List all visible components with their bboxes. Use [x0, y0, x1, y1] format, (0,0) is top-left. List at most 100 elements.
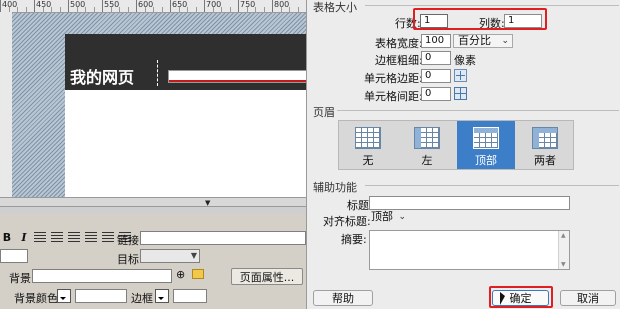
highlight-rows-cols — [413, 8, 547, 30]
width-input[interactable]: 100 — [421, 34, 451, 48]
folder-icon[interactable] — [192, 269, 204, 279]
cell-spacing-icon — [454, 87, 467, 100]
table-top-header-icon — [473, 127, 499, 149]
chevron-down-icon: ⌄ — [501, 36, 509, 46]
bgcolor-swatch[interactable] — [57, 289, 71, 303]
ruler-minor-tick — [289, 7, 290, 12]
ruler-label: 500 — [70, 0, 86, 9]
ruler-minor-tick — [127, 7, 129, 12]
bold-button[interactable]: B — [0, 230, 14, 244]
size-section-title: 表格大小 — [313, 1, 357, 14]
header-option-none[interactable]: 无 — [339, 121, 397, 169]
table-left-header-icon — [414, 127, 440, 149]
horizontal-ruler: 400450500550600650700750800850 — [0, 0, 306, 13]
ruler-label: 600 — [138, 0, 154, 9]
header-options-group: 无 左 顶部 两者 — [338, 120, 574, 170]
width-unit-select[interactable]: 百分比 ⌄ — [453, 34, 513, 48]
align-caption-label: 对齐标题: — [323, 215, 371, 228]
help-button[interactable]: 帮助 — [313, 290, 373, 306]
ruler-major-tick — [238, 0, 239, 12]
ruler-minor-tick — [161, 7, 163, 12]
ruler-minor-tick — [144, 7, 146, 12]
header-option-top[interactable]: 顶部 — [457, 121, 515, 169]
background-label: 背景 — [9, 272, 31, 285]
list-unordered-icon[interactable] — [102, 232, 114, 242]
ruler-minor-tick — [59, 7, 61, 12]
page-properties-button[interactable]: 页面属性... — [231, 268, 303, 285]
section-divider — [337, 110, 619, 111]
header-option-both[interactable]: 两者 — [516, 121, 574, 169]
bgcolor-label: 背景颜色 — [14, 292, 58, 305]
link-input[interactable] — [140, 231, 306, 245]
ruler-minor-tick — [280, 7, 282, 12]
ruler-minor-tick — [187, 7, 188, 12]
scroll-down-icon[interactable]: ▼ — [561, 261, 566, 268]
ruler-label: 700 — [206, 0, 222, 9]
border-unit-label: 像素 — [454, 54, 476, 67]
chevron-down-icon: ⌄ — [398, 212, 406, 222]
size-input[interactable] — [0, 249, 28, 263]
ruler-major-tick — [102, 0, 103, 12]
ruler-minor-tick — [263, 7, 265, 12]
ruler-major-tick — [68, 0, 69, 12]
cell-boundary — [157, 60, 158, 86]
caption-input[interactable] — [369, 196, 570, 210]
header-option-left[interactable]: 左 — [398, 121, 456, 169]
padding-label: 单元格边距: — [364, 72, 423, 85]
padding-input[interactable]: 0 — [421, 69, 451, 83]
ruler-minor-tick — [25, 7, 27, 12]
ruler-major-tick — [170, 0, 171, 12]
scroll-up-icon[interactable]: ▲ — [561, 232, 566, 239]
panel-splitter[interactable] — [0, 197, 306, 207]
mouse-cursor-icon — [500, 292, 505, 305]
bgcolor-input[interactable] — [75, 289, 127, 303]
align-caption-select[interactable]: 顶部 ⌄ — [367, 211, 409, 225]
italic-button[interactable]: I — [17, 230, 31, 244]
cell-padding-icon — [454, 69, 467, 82]
header-section-title: 页眉 — [313, 106, 335, 119]
spacing-input[interactable]: 0 — [421, 87, 451, 101]
ruler-minor-tick — [17, 7, 18, 12]
point-to-file-icon[interactable]: ⊕ — [176, 268, 185, 281]
ruler-minor-tick — [85, 7, 86, 12]
ruler-major-tick — [272, 0, 273, 12]
align-right-icon[interactable] — [68, 232, 80, 242]
ruler-minor-tick — [297, 7, 299, 12]
align-center-icon[interactable] — [51, 232, 63, 242]
background-input[interactable] — [32, 269, 172, 283]
align-justify-icon[interactable] — [85, 232, 97, 242]
ruler-label: 750 — [240, 0, 256, 9]
header-option-label: 左 — [421, 154, 433, 167]
ruler-minor-tick — [195, 7, 197, 12]
collapse-arrow-icon[interactable]: ▼ — [205, 199, 210, 207]
ruler-minor-tick — [212, 7, 214, 12]
border-color-input[interactable] — [173, 289, 207, 303]
header-option-label: 无 — [362, 154, 374, 167]
ruler-minor-tick — [76, 7, 78, 12]
width-label: 表格宽度: — [375, 37, 423, 50]
ruler-minor-tick — [119, 7, 120, 12]
align-left-icon[interactable] — [34, 232, 46, 242]
cancel-button[interactable]: 取消 — [560, 290, 616, 306]
border-input[interactable]: 0 — [421, 51, 451, 65]
header-option-label: 顶部 — [475, 154, 497, 167]
page-title[interactable]: 我的网页 — [70, 64, 134, 88]
section-divider — [365, 5, 619, 6]
ruler-major-tick — [136, 0, 137, 12]
border-color-label: 边框 — [131, 292, 153, 305]
ruler-minor-tick — [110, 7, 112, 12]
header-option-label: 两者 — [534, 154, 556, 167]
ruler-label: 400 — [2, 0, 18, 9]
ruler-label: 800 — [274, 0, 290, 9]
highlight-ok — [489, 286, 553, 308]
ruler-minor-tick — [246, 7, 248, 12]
border-color-swatch[interactable] — [155, 289, 169, 303]
summary-scrollbar[interactable]: ▲ ▼ — [558, 231, 569, 269]
summary-label: 摘要: — [341, 233, 367, 246]
accessibility-section-title: 辅助功能 — [313, 181, 357, 194]
ruler-minor-tick — [153, 7, 154, 12]
target-select[interactable]: ▼ — [140, 249, 200, 263]
header-cell-input[interactable] — [168, 70, 306, 83]
properties-panel: B I 链接 目标 ▼ 背景 ⊕ 页面属性... 背景颜色 边框 — [0, 214, 306, 309]
summary-textarea[interactable]: ▲ ▼ — [369, 230, 570, 270]
